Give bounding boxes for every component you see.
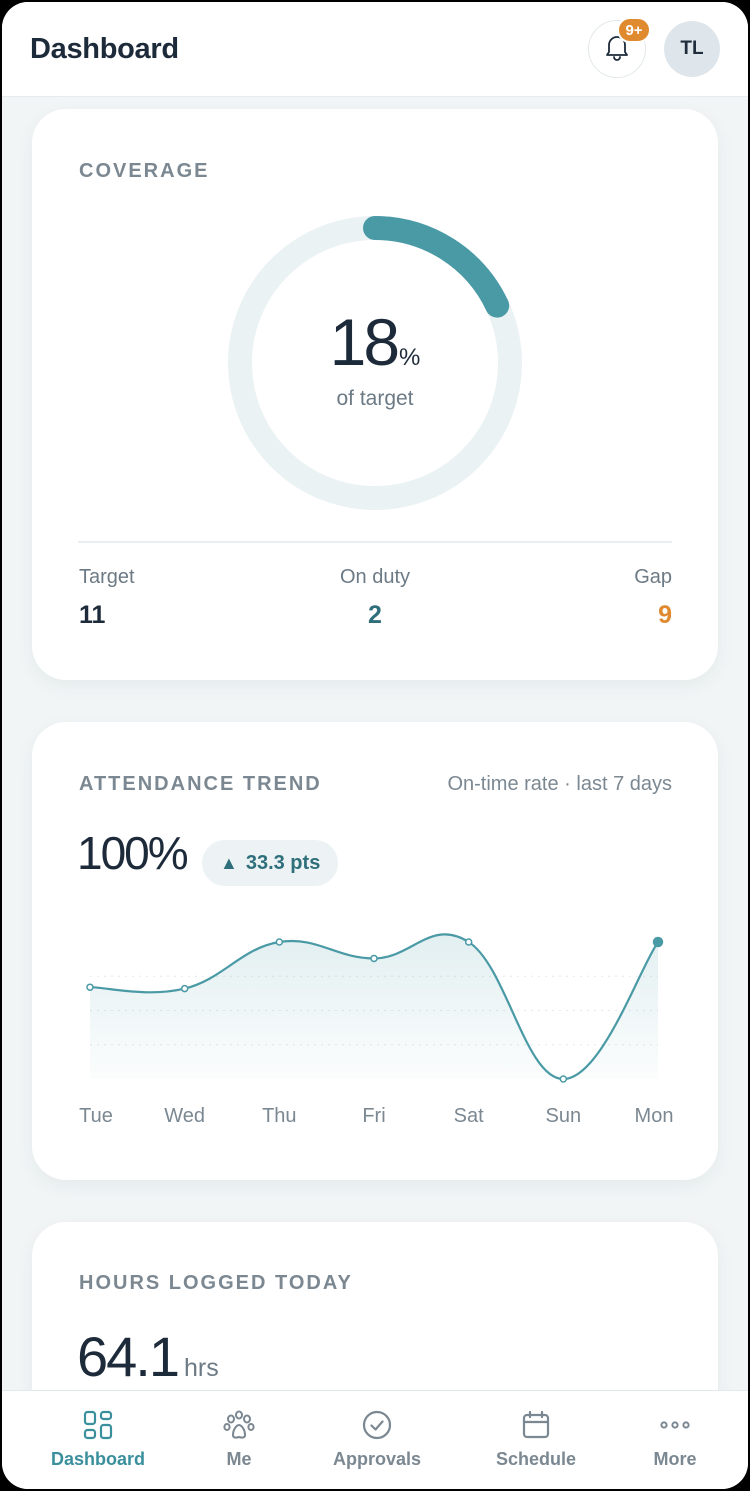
x-tick-label-tue: Tue [79, 1105, 113, 1127]
app-frame: Dashboard 9+ TL COVERAGE 18% of target T… [2, 2, 748, 1489]
chart-point-sat [464, 938, 473, 946]
x-tick-label-fri: Fri [362, 1105, 386, 1127]
notification-badge: 9+ [617, 17, 651, 43]
calendar-icon [466, 1409, 606, 1441]
coverage-label: COVERAGE [79, 160, 210, 182]
chart-point-wed [180, 984, 189, 993]
nav-more-label: More [653, 1449, 697, 1469]
donut-center: 18% of target [224, 212, 526, 514]
bottom-nav: Dashboard Me Approvals Schedule More [2, 1390, 748, 1489]
nav-dashboard-label: Dashboard [50, 1449, 146, 1469]
user-avatar[interactable]: TL [664, 21, 720, 77]
coverage-card: COVERAGE 18% of target Target 11 On duty… [32, 109, 718, 680]
stat-gap: Gap 9 [634, 566, 672, 630]
coverage-percent-symbol: % [399, 344, 421, 371]
chart-x-axis: Tue Wed Thu Fri Sat Sun Mon [32, 1105, 718, 1135]
x-tick-label-sun: Sun [545, 1105, 582, 1127]
nav-approvals-label: Approvals [332, 1449, 422, 1469]
nav-schedule[interactable]: Schedule [466, 1409, 606, 1470]
x-tick-label-sat: Sat [453, 1105, 484, 1127]
coverage-divider [78, 541, 672, 543]
stat-on-duty-value: 2 [368, 601, 382, 629]
paw-icon [169, 1409, 309, 1441]
check-circle-icon [307, 1409, 447, 1441]
hours-value-row: 64.1 hrs [77, 1324, 219, 1389]
nav-me[interactable]: Me [169, 1409, 309, 1470]
chart-point-fri [370, 954, 378, 963]
stat-on-duty-label: On duty [339, 566, 411, 588]
x-tick-label-thu: Thu [262, 1105, 297, 1127]
page-title: Dashboard [30, 32, 179, 65]
hours-value: 64.1 [77, 1325, 180, 1388]
coverage-percent: 18% [330, 309, 421, 375]
nav-more[interactable]: More [605, 1409, 745, 1470]
attendance-card: ATTENDANCE TREND On-time rate · last 7 d… [32, 722, 718, 1180]
grid-icon [28, 1409, 168, 1441]
hours-label: HOURS LOGGED TODAY [79, 1272, 353, 1294]
coverage-percent-value: 18 [329, 305, 400, 379]
hours-unit: hrs [184, 1354, 219, 1382]
nav-approvals[interactable]: Approvals [307, 1409, 447, 1470]
coverage-caption: of target [336, 387, 414, 410]
nav-dashboard[interactable]: Dashboard [28, 1409, 168, 1470]
chart-point-mon [652, 936, 664, 948]
chart-point-tue [86, 983, 94, 991]
more-dots-icon [605, 1409, 745, 1441]
nav-schedule-label: Schedule [495, 1449, 577, 1469]
x-tick-label-wed: Wed [164, 1105, 206, 1127]
notifications-button[interactable]: 9+ [588, 17, 651, 78]
stat-on-duty: On duty 2 [32, 566, 718, 630]
chart-point-sun [559, 1075, 568, 1083]
nav-me-label: Me [226, 1449, 252, 1469]
x-tick-label-mon: Mon [634, 1105, 674, 1127]
stat-gap-label: Gap [634, 566, 672, 588]
stat-gap-value: 9 [658, 601, 672, 629]
app-header: Dashboard 9+ TL [2, 2, 748, 97]
chart-point-thu [275, 938, 284, 946]
